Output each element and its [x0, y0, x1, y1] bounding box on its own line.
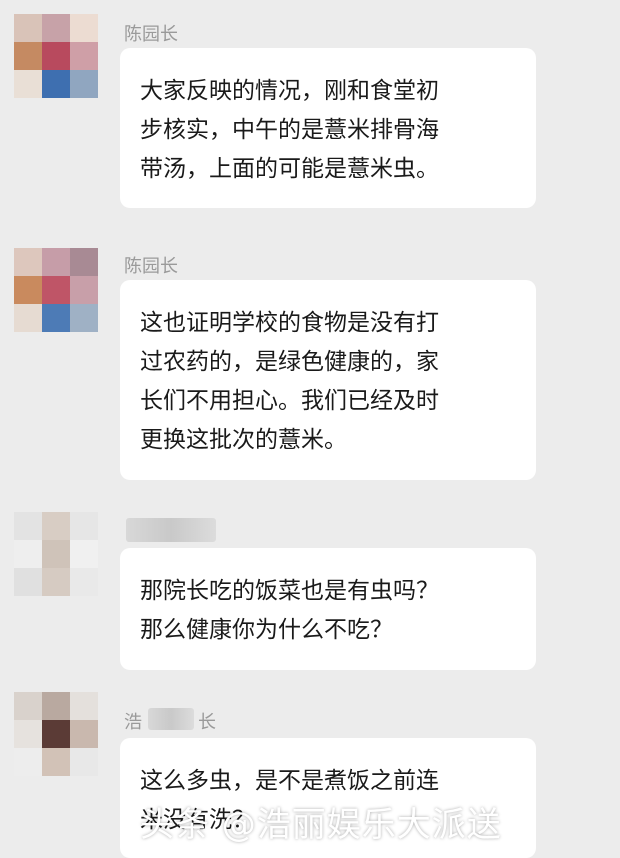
message-line: 带汤，上面的可能是薏米虫。: [140, 156, 439, 182]
avatar[interactable]: [14, 14, 98, 98]
avatar[interactable]: [14, 248, 98, 332]
sender-name: 陈园长: [124, 256, 178, 277]
watermark: 头条 @浩丽娱乐大派送: [140, 805, 502, 845]
message-line: 过农药的，是绿色健康的，家: [140, 349, 439, 375]
message-bubble[interactable]: 这也证明学校的食物是没有打 过农药的，是绿色健康的，家 长们不用担心。我们已经及…: [120, 280, 536, 480]
message-line: 这么多虫，是不是煮饭之前连: [140, 768, 439, 794]
message-line: 那么健康你为什么不吃？: [140, 617, 393, 643]
avatar[interactable]: [14, 512, 98, 596]
message-line: 大家反映的情况，刚和食堂初: [140, 78, 439, 104]
message-line: 长们不用担心。我们已经及时: [140, 388, 439, 414]
message-line: 更换这批次的薏米。: [140, 427, 347, 453]
message-bubble[interactable]: 大家反映的情况，刚和食堂初 步核实，中午的是薏米排骨海 带汤，上面的可能是薏米虫…: [120, 48, 536, 208]
sender-name: 浩: [124, 712, 142, 733]
sender-name-suffix: 长: [198, 712, 216, 733]
message-line: 这也证明学校的食物是没有打: [140, 310, 439, 336]
blurred-sender-name: [148, 708, 194, 730]
message-line: 步核实，中午的是薏米排骨海: [140, 117, 439, 143]
message-line: 那院长吃的饭菜也是有虫吗？: [140, 578, 439, 604]
blurred-sender-name: [126, 518, 216, 542]
message-bubble[interactable]: 那院长吃的饭菜也是有虫吗？ 那么健康你为什么不吃？: [120, 548, 536, 670]
sender-name: 陈园长: [124, 24, 178, 45]
avatar[interactable]: [14, 692, 98, 776]
